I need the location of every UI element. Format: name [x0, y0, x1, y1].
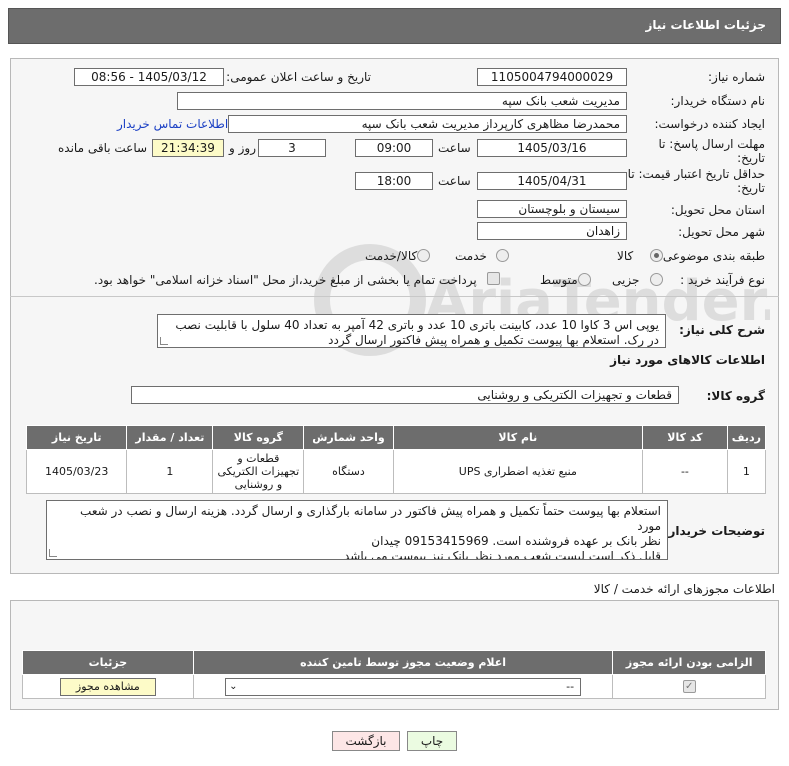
buyer-notes-label: توضیحات خریدار: — [663, 524, 765, 538]
summary-textarea[interactable]: یوپی اس 3 کاوا 10 عدد، کابینت باتری 10 ع… — [157, 314, 666, 348]
validity-time-label: ساعت — [438, 174, 471, 188]
page-title: جزئیات اطلاعات نیاز — [645, 18, 766, 32]
chevron-down-icon: ⌄ — [229, 680, 238, 692]
permits-section-title: اطلاعات مجوزهای ارائه خدمت / کالا — [593, 582, 775, 596]
city-label: شهر محل تحویل: — [678, 225, 765, 239]
deadline-time-field: 09:00 — [355, 139, 433, 157]
permits-table: الزامی بودن ارائه مجوز اعلام وضعیت مجوز … — [22, 650, 766, 699]
deadline-date-field: 1405/03/16 — [477, 139, 627, 157]
creator-field: محمدرضا مظاهری کارپرداز مدیریت شعب بانک … — [228, 115, 627, 133]
buyer-org-field: مدیریت شعب بانک سپه — [177, 92, 627, 110]
cell-quantity: 1 — [126, 449, 214, 494]
col-goods-name: نام کالا — [392, 425, 644, 450]
col-permit-details: جزئیات — [22, 650, 194, 675]
resize-handle-icon[interactable] — [49, 549, 57, 557]
table-row: 1 -- منبع تغذیه اضطراری UPS دستگاه قطعات… — [25, 449, 767, 494]
permit-status-select[interactable]: -- ⌄ — [225, 677, 582, 696]
category-option-service: خدمت — [455, 249, 487, 263]
validity-time-field: 18:00 — [355, 172, 433, 190]
process-radio-medium[interactable] — [578, 273, 591, 286]
buyer-notes-line: قابل ذکر است لیست شعب مورد نظر بانک نیز … — [343, 549, 661, 560]
goods-section-title: اطلاعات کالاهای مورد نیاز — [610, 353, 765, 367]
buyer-org-label: نام دستگاه خریدار: — [670, 94, 766, 108]
announce-label: تاریخ و ساعت اعلان عمومی: — [226, 70, 371, 84]
col-goods-code: کد کالا — [642, 425, 728, 450]
province-label: استان محل تحویل: — [670, 203, 765, 217]
price-validity-label: حداقل تاریخ اعتبار قیمت: تا تاریخ: — [627, 167, 765, 195]
buyer-contact-link[interactable]: اطلاعات تماس خریدار — [117, 117, 228, 131]
view-permit-button[interactable]: مشاهده مجوز — [59, 677, 156, 696]
permit-required-checkbox[interactable]: ✓ — [682, 680, 696, 694]
col-permit-required: الزامی بودن ارائه مجوز — [612, 650, 766, 675]
creator-label: ایجاد کننده درخواست: — [654, 117, 765, 131]
permit-status-value: -- — [566, 679, 575, 693]
goods-group-label: گروه کالا: — [706, 389, 765, 403]
col-row-number: ردیف — [726, 425, 767, 450]
days-remaining-field: 3 — [258, 139, 326, 157]
page-header: جزئیات اطلاعات نیاز — [8, 8, 781, 44]
process-option-minor: جزیی — [612, 273, 640, 287]
print-button[interactable]: چاپ — [407, 731, 457, 751]
need-number-label: شماره نیاز: — [708, 70, 765, 84]
summary-text: یوپی اس 3 کاوا 10 عدد، کابینت باتری 10 ع… — [175, 318, 659, 347]
category-radio-goods[interactable] — [650, 249, 663, 262]
cell-goods-name: منبع تغذیه اضطراری UPS — [392, 449, 644, 494]
category-option-goods-service: کالا/خدمت — [365, 249, 418, 263]
table-row: ✓ -- ⌄ مشاهده مجوز — [22, 674, 766, 699]
col-quantity: تعداد / مقدار — [126, 425, 214, 450]
category-radio-service[interactable] — [496, 249, 509, 262]
section-divider — [10, 296, 779, 297]
cell-need-date: 1405/03/23 — [25, 449, 128, 494]
city-field: زاهدان — [477, 222, 627, 240]
days-label: روز و — [229, 141, 256, 155]
process-option-medium: متوسط — [540, 273, 578, 287]
buyer-notes-line: استعلام بها پیوست حتماً تکمیل و همراه پی… — [80, 504, 661, 533]
category-label: طبقه بندی موضوعی: — [658, 249, 765, 263]
col-permit-status: اعلام وضعیت مجوز توسط تامین کننده — [192, 650, 614, 675]
process-radio-minor[interactable] — [650, 273, 663, 286]
need-number-field: 1105004794000029 — [477, 68, 627, 86]
col-need-date: تاریخ نیاز — [25, 425, 128, 450]
category-radio-goods-service[interactable] — [417, 249, 430, 262]
validity-date-field: 1405/04/31 — [477, 172, 627, 190]
remaining-time-label: ساعت باقی مانده — [58, 141, 148, 155]
col-goods-group: گروه کالا — [212, 425, 305, 450]
col-unit: واحد شمارش — [303, 425, 394, 450]
resize-handle-icon[interactable] — [160, 337, 168, 345]
category-option-goods: کالا — [617, 249, 634, 263]
announce-datetime-field: 1405/03/12 - 08:56 — [74, 68, 224, 86]
deadline-label: مهلت ارسال پاسخ: تا تاریخ: — [658, 137, 765, 165]
process-label: نوع فرآیند خرید : — [680, 273, 765, 287]
summary-label: شرح کلی نیاز: — [679, 323, 765, 337]
back-button[interactable]: بازگشت — [332, 731, 400, 751]
goods-group-field: قطعات و تجهیزات الکتریکی و روشنایی — [131, 386, 679, 404]
treasury-payment-checkbox[interactable] — [487, 272, 500, 285]
cell-goods-group: قطعات و تجهیزات الکتریکی و روشنایی — [212, 449, 305, 494]
goods-table: ردیف کد کالا نام کالا واحد شمارش گروه کا… — [25, 425, 767, 494]
treasury-payment-note: پرداخت تمام یا بخشی از مبلغ خرید،از محل … — [94, 273, 477, 287]
province-field: سیستان و بلوچستان — [477, 200, 627, 218]
buyer-notes-textarea[interactable]: استعلام بها پیوست حتماً تکمیل و همراه پی… — [46, 500, 668, 560]
buyer-notes-line: نظر بانک بر عهده فروشنده است. 0915341596… — [371, 534, 661, 548]
cell-row-number: 1 — [726, 449, 767, 494]
deadline-time-label: ساعت — [438, 141, 471, 155]
cell-unit: دستگاه — [303, 449, 394, 494]
remaining-time-field: 21:34:39 — [152, 139, 224, 157]
cell-goods-code: -- — [642, 449, 728, 494]
